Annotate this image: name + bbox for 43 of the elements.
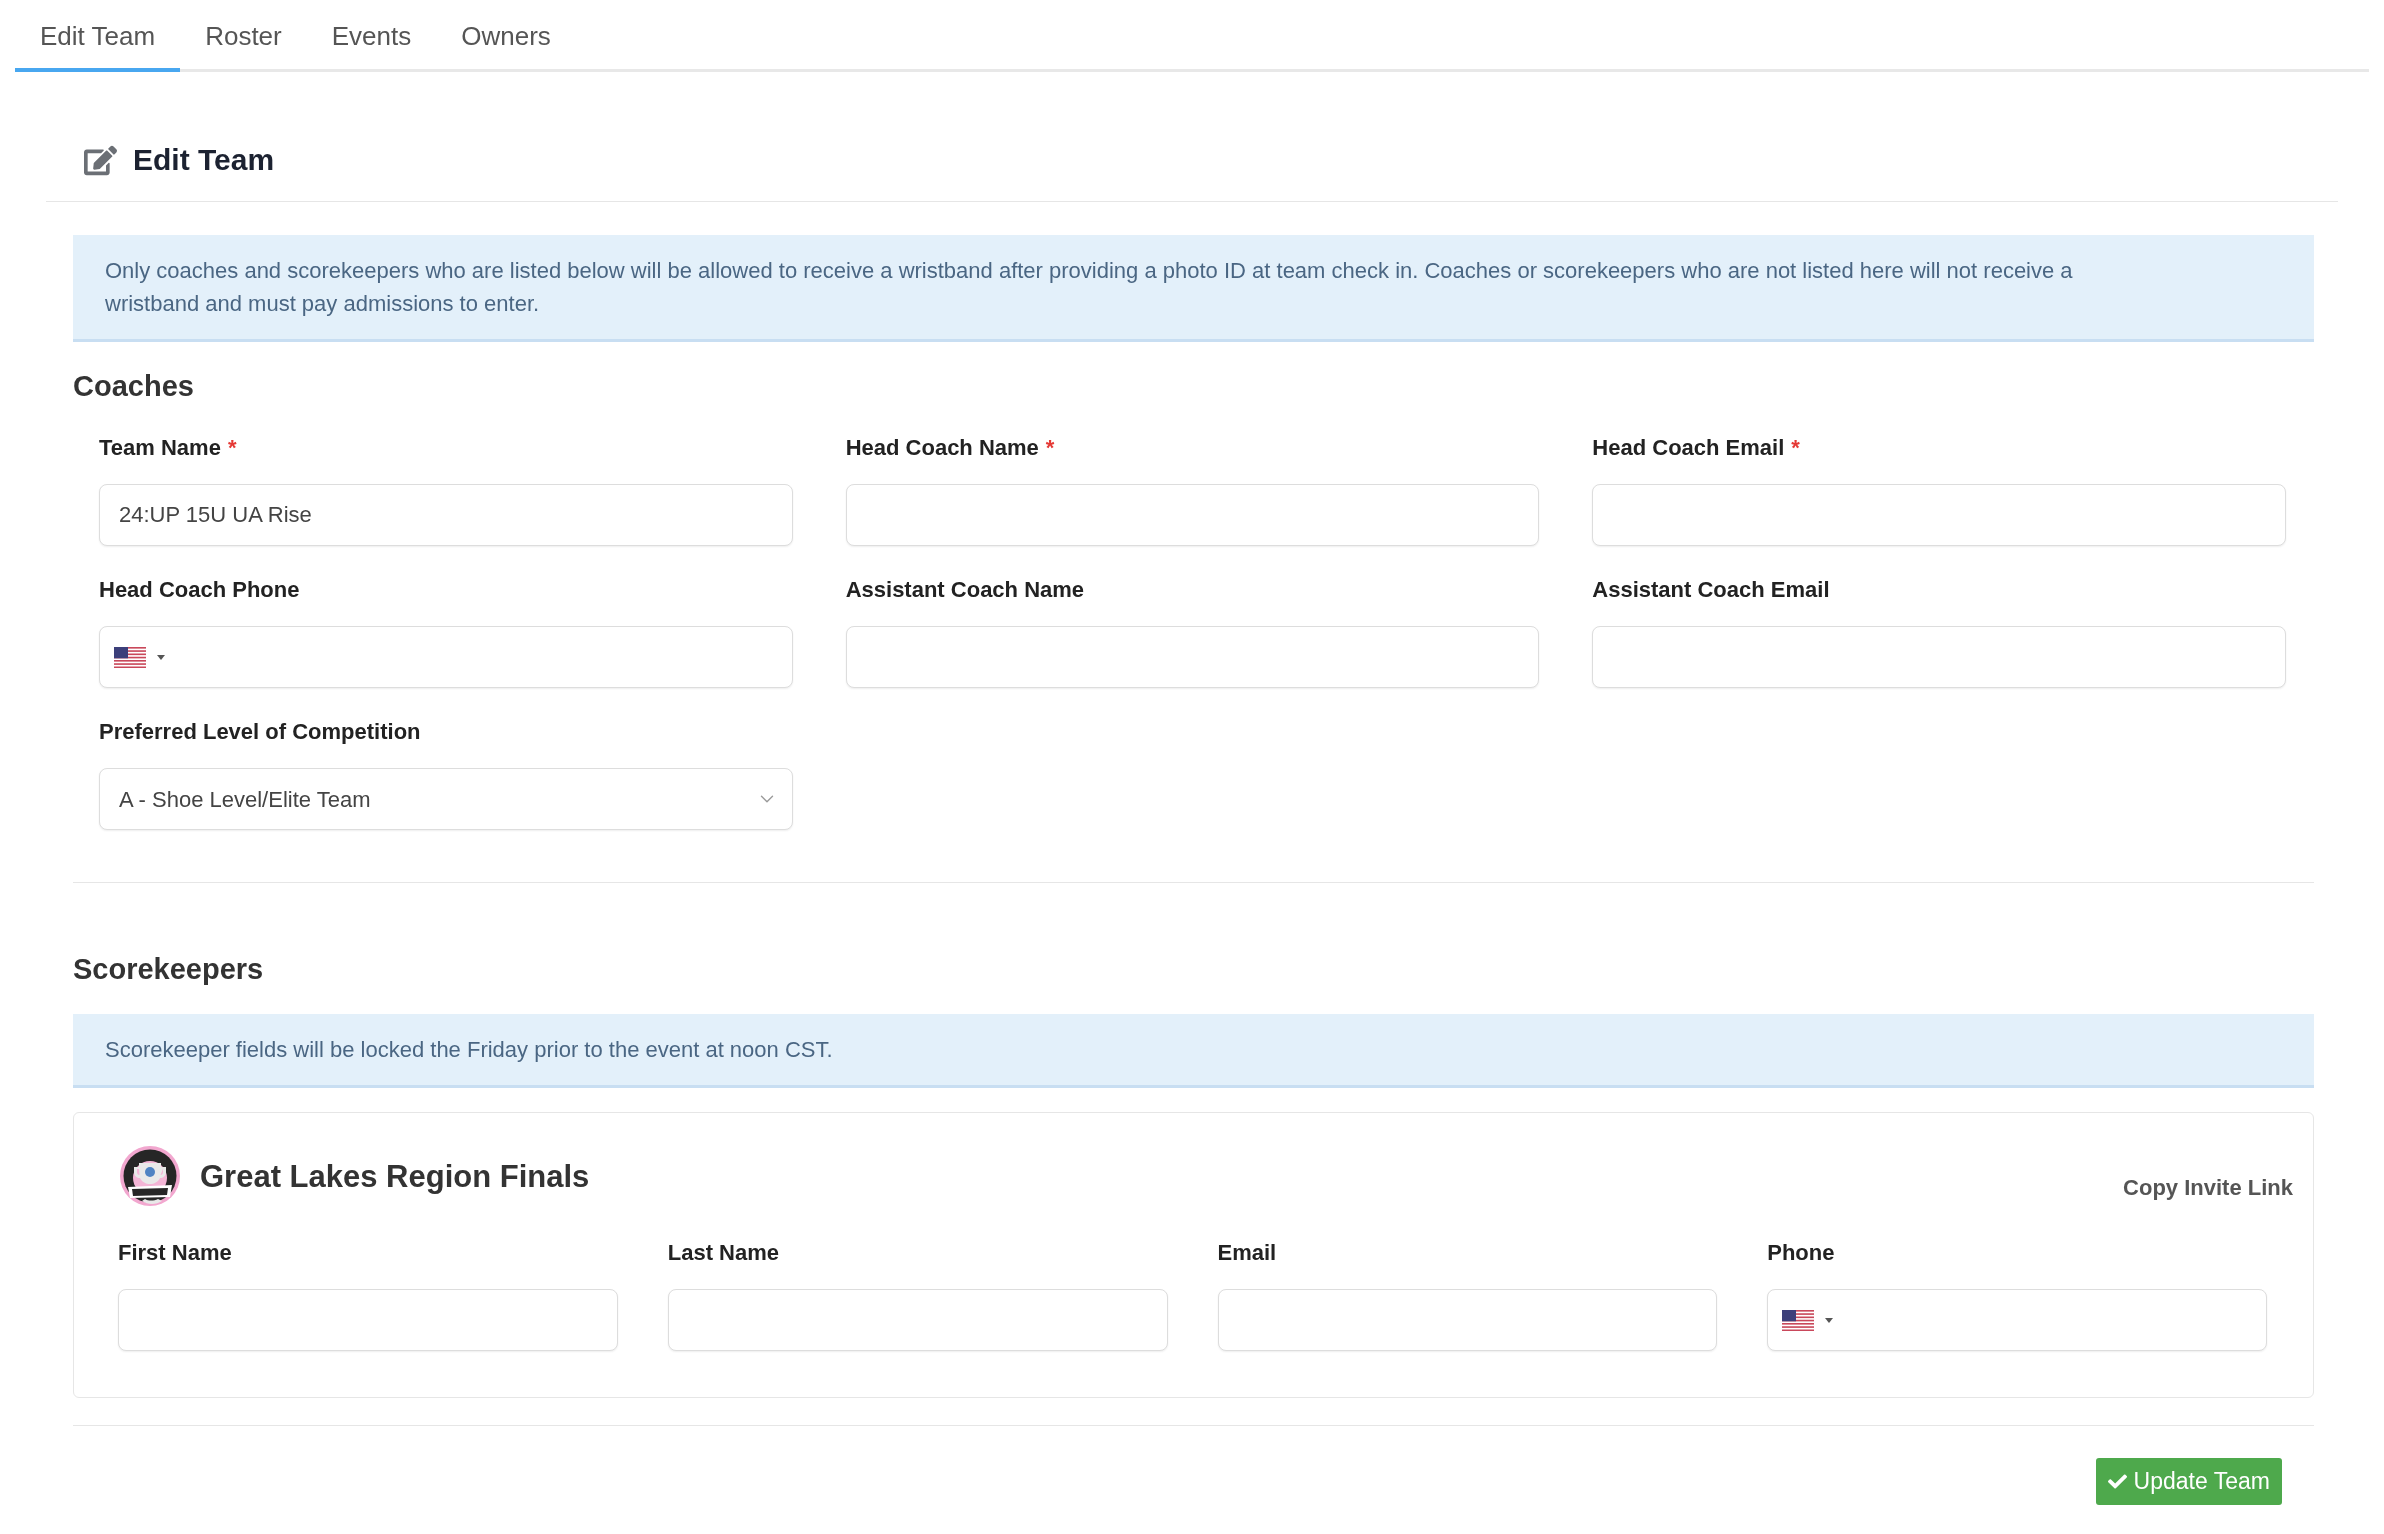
field-label: Head Coach Phone	[99, 575, 300, 604]
select-field[interactable]: A - Shoe Level/Elite Team	[99, 768, 793, 830]
field-label: Email	[1217, 1238, 1277, 1267]
required-mark: *	[1045, 433, 1055, 462]
field-label: Assistant Coach Email	[1592, 575, 1830, 604]
field-label: Head Coach Name	[845, 433, 1039, 462]
tab[interactable]: Owners	[436, 0, 576, 72]
phone-field[interactable]	[1767, 1289, 2267, 1351]
input-field[interactable]: 24:UP 15U UA Rise	[99, 484, 793, 546]
us-flag-icon	[1782, 1309, 1815, 1331]
field-label: Head Coach Email	[1592, 433, 1785, 462]
input-field[interactable]	[845, 626, 1540, 688]
tab[interactable]: Events	[306, 0, 437, 72]
field-label: Phone	[1767, 1238, 1835, 1267]
copy-invite-link[interactable]: Copy Invite Link	[2123, 1170, 2293, 1204]
required-mark: *	[227, 433, 237, 462]
section-heading: Scorekeepers	[73, 952, 265, 987]
input-field[interactable]	[845, 484, 1540, 546]
input-field[interactable]	[1592, 626, 2286, 688]
input-field[interactable]	[667, 1289, 1168, 1351]
check-icon	[2107, 1472, 2127, 1491]
us-flag-icon	[114, 646, 146, 668]
event-logo	[118, 1145, 182, 1209]
tab[interactable]: Edit Team	[15, 0, 181, 72]
field-label: Last Name	[667, 1238, 780, 1267]
required-mark: *	[1791, 433, 1800, 462]
section-heading: Coaches	[73, 369, 195, 404]
field-label: First Name	[118, 1238, 232, 1267]
edit-icon	[84, 143, 117, 177]
phone-field[interactable]	[99, 626, 793, 688]
event-title: Great Lakes Region Finals	[200, 1157, 590, 1196]
info-alert: Only coaches and scorekeepers who are listed below will be allowed to receive a wristband after providing a photo ID at team check in. Coaches or scorekeepers who are not listed here will not receive a wristband and must pay admissions to enter.	[73, 235, 2314, 342]
input-field[interactable]	[118, 1289, 618, 1351]
field-label: Assistant Coach Name	[845, 575, 1085, 604]
input-field[interactable]	[1592, 484, 2286, 546]
field-label: Preferred Level of Competition	[99, 717, 421, 746]
caret-icon	[1825, 1317, 1834, 1323]
info-alert: Scorekeeper fields will be locked the Friday prior to the event at noon CST.	[73, 1014, 2314, 1088]
field-label: Team Name	[99, 433, 221, 462]
input-field[interactable]	[1217, 1289, 1718, 1351]
caret-icon	[157, 654, 165, 660]
tab[interactable]: Roster	[180, 0, 307, 72]
panel-title: Edit Team	[133, 142, 275, 178]
